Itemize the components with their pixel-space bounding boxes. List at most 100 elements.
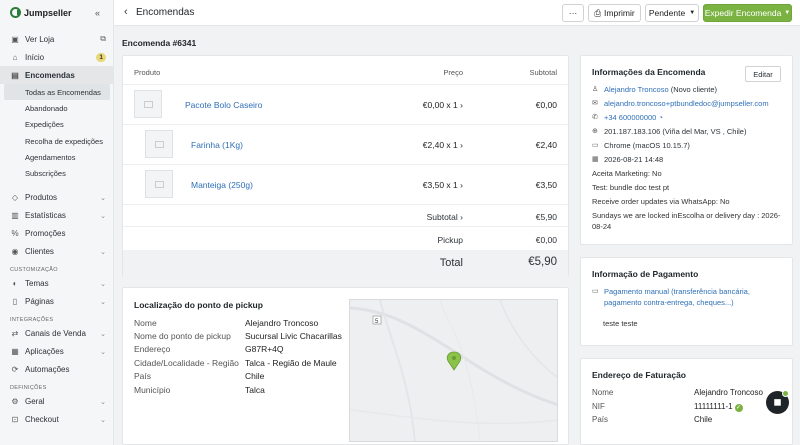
sidebar-item-label: Automações <box>25 365 70 375</box>
sidebar-item-automacoes[interactable]: ⟳ Automações <box>0 361 114 379</box>
sidebar-subitem-abandonado[interactable]: Abandonado <box>0 100 114 116</box>
field-value: 11111111-1 ✓ <box>694 402 743 412</box>
column-subtotal: Subtotal <box>529 68 557 77</box>
sidebar-subitem-expedicoes[interactable]: Expedições <box>0 117 114 133</box>
chevron-down-icon: ⌄ <box>100 212 106 220</box>
sidebar-item-canais-venda[interactable]: ⇄ Canais de Venda ⌄ <box>0 325 114 343</box>
product-price-value: €0,00 x 1 <box>422 100 458 110</box>
jumpseller-logo-icon <box>10 7 21 18</box>
collapse-sidebar-icon[interactable]: « <box>95 8 100 18</box>
sidebar-item-label: Temas <box>25 279 49 289</box>
field-label: Nome <box>592 388 614 397</box>
product-subtotal: €2,40 <box>535 140 557 150</box>
field-value: Sucursal Livic Chacarillas <box>245 331 342 341</box>
more-actions-button[interactable]: ··· <box>562 4 584 22</box>
sidebar-item-label: Clientes <box>25 247 54 257</box>
orders-icon: ▤ <box>11 70 19 80</box>
sidebar-item-encomendas[interactable]: ▤ Encomendas <box>0 66 114 84</box>
phone-icon: ✆ <box>592 114 598 121</box>
chevron-down-icon: ⌄ <box>100 398 106 406</box>
ip-address: 201.187.183.106 (Viña del Mar, VS , Chil… <box>604 127 747 136</box>
email-link[interactable]: alejandro.troncoso+ptbundledoc@jumpselle… <box>604 99 769 108</box>
product-row: Manteiga (250g) €3,50 x 1 › €3,50 <box>123 165 568 205</box>
whatsapp-icon[interactable]: ◔ <box>658 113 663 122</box>
customer-note: (Novo cliente) <box>670 85 717 94</box>
sidebar-item-clientes[interactable]: ◉ Clientes ⌄ <box>0 243 114 261</box>
sidebar-nav: ▣ Ver Loja ⧉ ⌂ Início 1 ▤ Encomendas Tod… <box>0 30 114 429</box>
field-label: Endereço <box>134 344 171 354</box>
sidebar-item-label: Encomendas <box>25 70 75 80</box>
product-row: Pacote Bolo Caseiro €0,00 x 1 › €0,00 <box>123 85 568 125</box>
customer-link[interactable]: Alejandro Troncoso <box>604 85 669 94</box>
pickup-title: Localização do ponto de pickup <box>134 300 263 310</box>
field-value: Alejandro Troncoso <box>245 318 319 328</box>
chevron-right-icon: › <box>460 180 463 190</box>
sidebar-subitem-agendamentos[interactable]: Agendamentos <box>0 149 114 165</box>
edit-button[interactable]: Editar <box>745 66 781 82</box>
column-price: Preço <box>443 68 463 77</box>
map-graphic: 5 <box>350 300 557 441</box>
sidebar-item-promocoes[interactable]: % Promoções <box>0 225 114 243</box>
sidebar-item-label: Início <box>25 52 45 62</box>
sidebar-item-label: Geral <box>25 397 45 407</box>
subtotal-label-text: Subtotal <box>426 212 458 222</box>
product-price[interactable]: €3,50 x 1 › <box>423 180 463 190</box>
chart-icon: ▥ <box>11 211 19 221</box>
product-link[interactable]: Pacote Bolo Caseiro <box>185 100 263 110</box>
sidebar-item-aplicacoes[interactable]: ▦ Aplicações ⌄ <box>0 343 114 361</box>
phone-link[interactable]: +34 600000000 <box>604 113 656 122</box>
payment-method-row: ▭ Pagamento manual (transferência bancár… <box>592 286 784 308</box>
product-price-value: €2,40 x 1 <box>422 140 458 150</box>
product-price[interactable]: €0,00 x 1 › <box>423 100 463 110</box>
chevron-down-icon: ⌄ <box>100 416 106 424</box>
product-link[interactable]: Farinha (1Kg) <box>191 140 243 150</box>
chevron-down-icon: ⌄ <box>100 248 106 256</box>
mail-icon: ✉ <box>592 100 598 107</box>
product-subtotal: €3,50 <box>535 180 557 190</box>
image-icon <box>154 180 164 188</box>
sidebar-item-estatisticas[interactable]: ▥ Estatísticas ⌄ <box>0 207 114 225</box>
sidebar-item-label: Aplicações <box>25 347 64 357</box>
sidebar-item-paginas[interactable]: ▯ Páginas ⌄ <box>0 293 114 311</box>
back-arrow-icon[interactable]: ‹ <box>124 6 128 18</box>
field-value: Chile <box>694 415 713 424</box>
calendar-icon: ▦ <box>592 156 599 163</box>
ip-row: ⊕ 201.187.183.106 (Viña del Mar, VS , Ch… <box>592 127 784 136</box>
column-product: Produto <box>134 68 161 77</box>
apps-icon: ▦ <box>11 347 19 357</box>
percent-icon: % <box>11 229 19 239</box>
field-label: Município <box>134 385 171 395</box>
marketing-consent: Aceita Marketing: No <box>592 169 662 178</box>
sidebar-item-ver-loja[interactable]: ▣ Ver Loja ⧉ <box>0 30 114 48</box>
test-field: Test: bundle doc test pt <box>592 183 670 192</box>
delivery-day: Sundays we are locked inEscolha or deliv… <box>592 211 781 231</box>
pickup-map[interactable]: 5 <box>349 299 558 442</box>
payment-method-link[interactable]: Pagamento manual (transferência bancária… <box>604 286 784 308</box>
shipping-value: €0,00 <box>535 235 557 245</box>
product-price[interactable]: €2,40 x 1 › <box>423 140 463 150</box>
ship-order-button[interactable]: Expedir Encomenda ▼ <box>703 4 792 22</box>
sidebar-item-inicio[interactable]: ⌂ Início 1 <box>0 48 114 66</box>
sidebar-item-geral[interactable]: ⚙ Geral ⌄ <box>0 393 114 411</box>
sidebar-item-label: Páginas <box>25 297 54 307</box>
sidebar-subitem-todas-encomendas[interactable]: Todas as Encomendas <box>4 84 110 101</box>
shipping-label: Pickup <box>437 235 463 245</box>
field-label: Nome <box>134 318 157 328</box>
phone-row: ✆ +34 600000000 ◔ <box>592 113 784 122</box>
sidebar-subitem-subscricoes[interactable]: Subscrições <box>0 165 114 181</box>
caret-down-icon: ▼ <box>784 10 791 16</box>
product-link[interactable]: Manteiga (250g) <box>191 180 253 190</box>
sidebar-subitem-recolha[interactable]: Recolha de expedições <box>0 133 114 149</box>
print-button[interactable]: ⎙ Imprimir <box>588 4 641 22</box>
field-label: Nome do ponto de pickup <box>134 331 231 341</box>
subtotal-label[interactable]: Subtotal › <box>427 212 463 222</box>
sidebar-item-produtos[interactable]: ◇ Produtos ⌄ <box>0 189 114 207</box>
field-value: Chile <box>245 371 265 381</box>
field-label: País <box>134 371 152 381</box>
status-dropdown[interactable]: Pendente ▼ <box>645 4 699 22</box>
brand-logo[interactable]: Jumpseller <box>10 7 72 18</box>
sidebar-item-temas[interactable]: ◐ Temas ⌄ <box>0 275 114 293</box>
chevron-down-icon: ⌄ <box>100 298 106 306</box>
order-info-title: Informações da Encomenda <box>592 67 706 77</box>
sidebar-item-checkout[interactable]: ⊡ Checkout ⌄ <box>0 411 114 429</box>
